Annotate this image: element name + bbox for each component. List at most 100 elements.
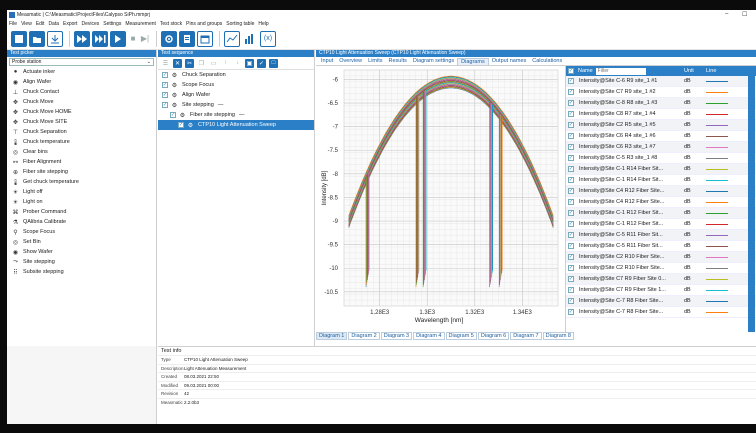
skip-button[interactable]: ▶| (140, 31, 150, 47)
new-file-button[interactable] (11, 30, 27, 47)
table-row[interactable]: ✓ Intensity@Site C2 R10 Fiber Site... dB (566, 252, 756, 263)
test-picker-item[interactable]: ⠿ Subsite stepping (7, 267, 156, 277)
tab-limits[interactable]: Limits (365, 58, 385, 64)
table-row[interactable]: ✓ Intensity@Site C2 R5 site_1 #5 dB (566, 120, 756, 131)
row-checkbox[interactable]: ✓ (566, 254, 576, 260)
calendar-button[interactable] (197, 30, 213, 47)
move-up-button[interactable]: ↑ (221, 59, 230, 68)
row-checkbox[interactable]: ✓ (566, 221, 576, 227)
table-row[interactable]: ✓ Intensity@Site C2 R10 Fiber Site... dB (566, 263, 756, 274)
paste-button[interactable]: ▭ (209, 59, 218, 68)
test-picker-item[interactable]: ☀ Light on (7, 197, 156, 207)
check-all-button[interactable]: ✓ (257, 58, 266, 68)
series-line-style[interactable] (704, 201, 736, 203)
tab-results[interactable]: Results (386, 58, 410, 64)
test-picker-item[interactable]: ◎ Set Bin (7, 237, 156, 247)
row-checkbox[interactable]: ✓ (566, 210, 576, 216)
table-row[interactable]: ✓ Intensity@Site C4 R12 Fiber Site... dB (566, 197, 756, 208)
sequence-item-checkbox[interactable]: ✓ (162, 72, 168, 78)
test-picker-item[interactable]: ⤳ Site stepping (7, 257, 156, 267)
sequence-item-checkbox[interactable]: ✓ (162, 102, 168, 108)
row-checkbox[interactable]: ✓ (566, 177, 576, 183)
table-scrollbar[interactable] (748, 76, 755, 332)
test-picker-item[interactable]: ● Actuate inker (7, 67, 156, 77)
test-picker-item[interactable]: ◉ Show Wafer (7, 247, 156, 257)
diagram-tab[interactable]: Diagram 8 (542, 332, 574, 340)
series-line-style[interactable] (704, 179, 736, 181)
table-row[interactable]: ✓ Intensity@Site C-1 R12 Fiber Sit... dB (566, 219, 756, 230)
uncheck-all-button[interactable]: □ (269, 58, 278, 68)
menu-export[interactable]: Export (63, 21, 77, 27)
tab-input[interactable]: Input (318, 58, 336, 64)
series-line-style[interactable] (704, 212, 736, 214)
series-line-style[interactable] (704, 146, 736, 148)
menu-test-stock[interactable]: Test stock (160, 21, 182, 27)
test-picker-item[interactable]: ◎ Clear bins (7, 147, 156, 157)
menu-settings[interactable]: Settings (103, 21, 121, 27)
formula-button[interactable]: (x) (260, 30, 276, 47)
table-row[interactable]: ✓ Intensity@Site C6 R4 site_1 #6 dB (566, 131, 756, 142)
table-row[interactable]: ✓ Intensity@Site C-6 R9 site_1 #1 dB (566, 76, 756, 87)
row-checkbox[interactable]: ✓ (566, 155, 576, 161)
diagram-tab[interactable]: Diagram 6 (477, 332, 510, 340)
probe-station-select[interactable]: Probe station ⌄ (9, 58, 154, 66)
series-line-style[interactable] (704, 278, 736, 280)
open-folder-button[interactable] (29, 30, 45, 47)
series-line-style[interactable] (704, 124, 736, 126)
tab-diagrams[interactable]: Diagrams (457, 57, 489, 65)
line-column-header[interactable]: Line (704, 68, 736, 74)
test-picker-item[interactable]: ✥ Chuck Move (7, 97, 156, 107)
diagram-tab[interactable]: Diagram 3 (380, 332, 413, 340)
row-checkbox[interactable]: ✓ (566, 144, 576, 150)
row-checkbox[interactable]: ✓ (566, 133, 576, 139)
tab-diagram-settings[interactable]: Diagram settings (410, 58, 457, 64)
series-line-style[interactable] (704, 267, 736, 269)
table-row[interactable]: ✓ Intensity@Site C-1 R14 Fiber Sit... dB (566, 175, 756, 186)
series-line-style[interactable] (704, 91, 736, 93)
series-line-style[interactable] (704, 245, 736, 247)
diagram-tab[interactable]: Diagram 2 (348, 332, 380, 340)
download-button[interactable] (47, 30, 63, 47)
row-checkbox[interactable]: ✓ (566, 309, 576, 315)
table-row[interactable]: ✓ Intensity@Site C-8 R8 site_1 #3 dB (566, 98, 756, 109)
table-row[interactable]: ✓ Intensity@Site C4 R12 Fiber Site... dB (566, 186, 756, 197)
test-picker-item[interactable]: ◉ Align Wafer (7, 77, 156, 87)
row-checkbox[interactable]: ✓ (566, 287, 576, 293)
table-row[interactable]: ✓ Intensity@Site C8 R7 site_1 #4 dB (566, 109, 756, 120)
tab-calculations[interactable]: Calculations (529, 58, 565, 64)
sequence-item[interactable]: ✓ ⚙ Fiber site stepping — (158, 110, 314, 120)
test-picker-item[interactable]: ⊤ Chuck Separation (7, 127, 156, 137)
row-checkbox[interactable]: ✓ (566, 276, 576, 282)
row-checkbox[interactable]: ✓ (566, 298, 576, 304)
row-checkbox[interactable]: ✓ (566, 100, 576, 106)
diagram-tab[interactable]: Diagram 5 (445, 332, 477, 340)
clipboard-button[interactable] (179, 30, 195, 47)
row-checkbox[interactable]: ✓ (566, 122, 576, 128)
cut-button[interactable]: ✂ (185, 58, 194, 68)
row-checkbox[interactable]: ✓ (566, 199, 576, 205)
test-picker-item[interactable]: ⊥ Chuck Contact (7, 87, 156, 97)
bar-chart-button[interactable] (242, 30, 258, 47)
menu-pins-groups[interactable]: Pins and groups (186, 21, 222, 27)
test-picker-item[interactable]: 🌡 Chuck temperature (7, 137, 156, 147)
sequence-item-checkbox[interactable]: ✓ (162, 82, 168, 88)
run-step-button[interactable] (92, 30, 108, 47)
sequence-item[interactable]: ✓ ⚙ Align Wafer (158, 90, 314, 100)
row-checkbox[interactable]: ✓ (566, 89, 576, 95)
settings-button[interactable] (161, 30, 177, 47)
test-picker-item[interactable]: ⊕ Fiber site stepping (7, 167, 156, 177)
table-row[interactable]: ✓ Intensity@Site C-5 R11 Fiber Sit... dB (566, 230, 756, 241)
delete-button[interactable]: ✕ (173, 58, 182, 68)
list-button[interactable]: ☰ (161, 59, 170, 68)
table-row[interactable]: ✓ Intensity@Site C-5 R3 site_1 #8 dB (566, 153, 756, 164)
sequence-item-checkbox[interactable]: ✓ (178, 122, 184, 128)
test-picker-item[interactable]: ⚲ Scope Focus (7, 227, 156, 237)
table-row[interactable]: ✓ Intensity@Site C-7 R8 Fiber Site... dB (566, 296, 756, 307)
minimize-button[interactable]: – (725, 11, 728, 17)
sequence-item-checkbox[interactable]: ✓ (162, 92, 168, 98)
diagram-tab[interactable]: Diagram 4 (413, 332, 445, 340)
diagram-tab[interactable]: Diagram 7 (510, 332, 542, 340)
menu-view[interactable]: View (21, 21, 32, 27)
test-picker-item[interactable]: ⚯ Fiber Alignment (7, 157, 156, 167)
table-row[interactable]: ✓ Intensity@Site C-7 R8 Fiber Site... dB (566, 307, 756, 318)
